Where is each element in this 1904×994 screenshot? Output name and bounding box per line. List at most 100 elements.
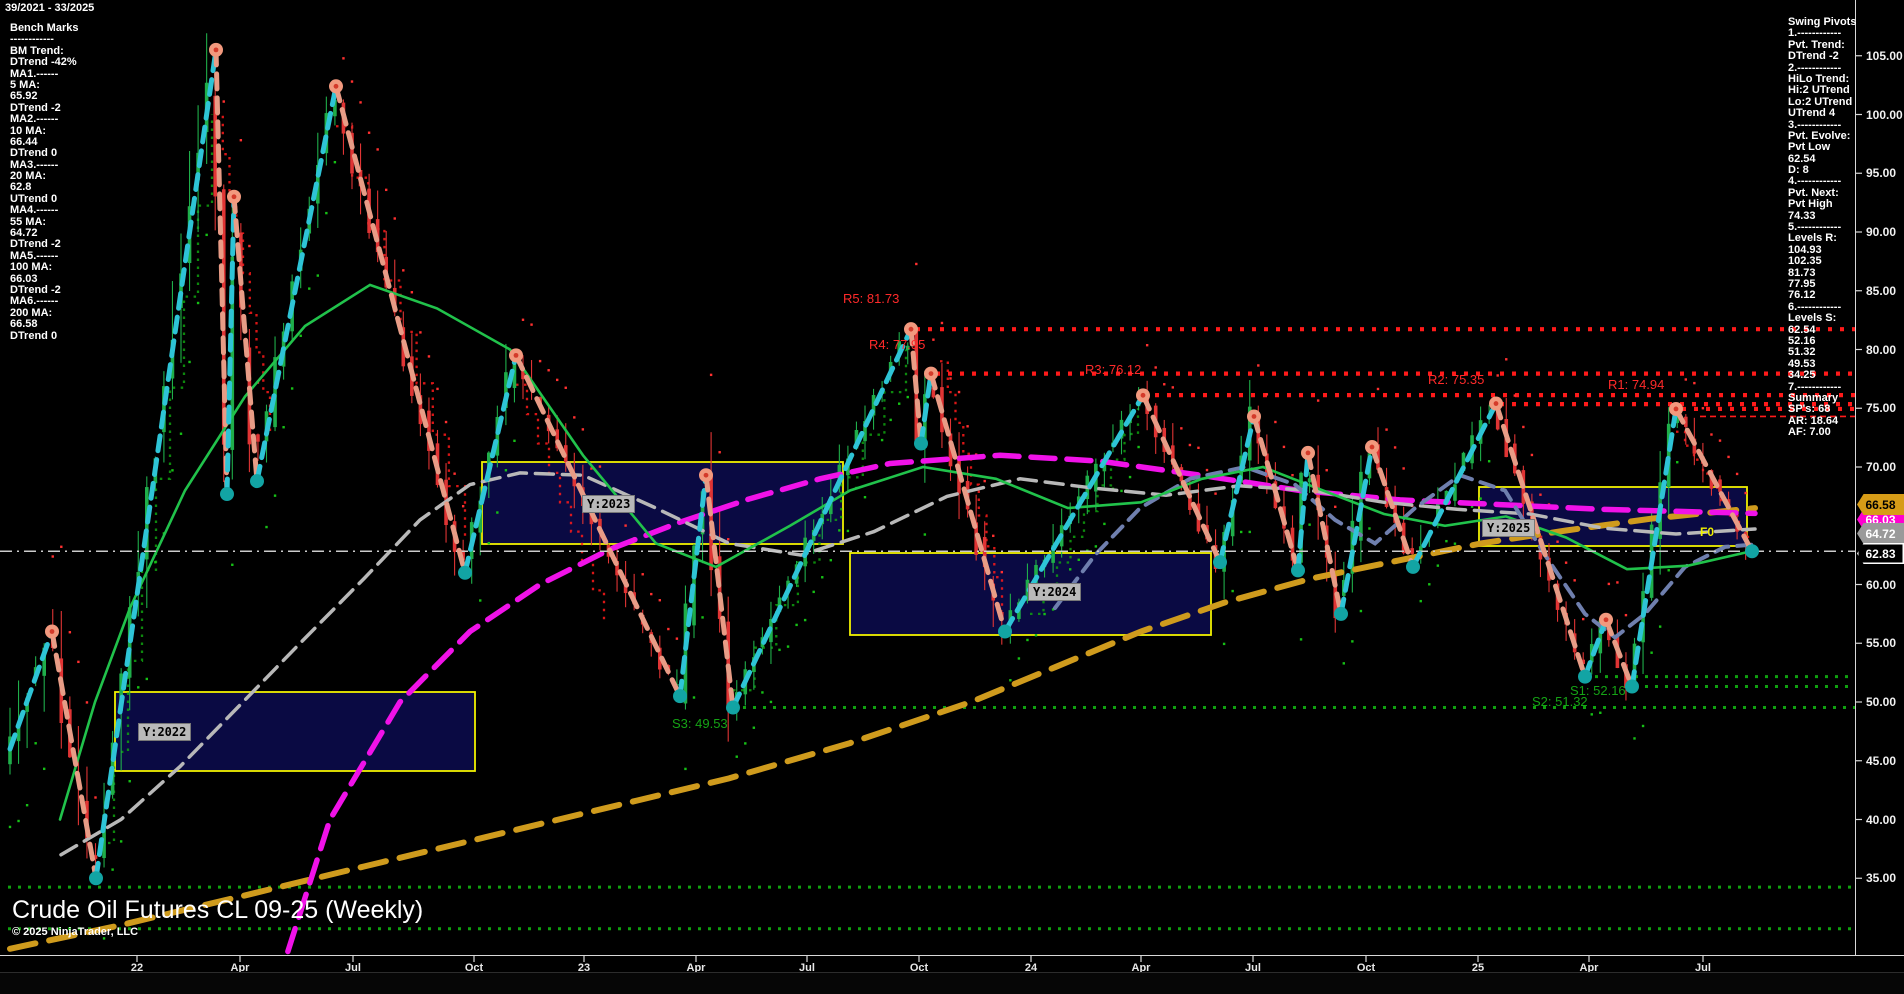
chart-canvas[interactable] [0,0,1904,994]
swing-low-dot [1334,607,1348,621]
sar-dot [94,796,96,798]
sar-dot [1283,446,1285,448]
panel-line: Summary [1788,392,1856,403]
sar-dot [992,535,994,537]
panel-line: 74.33 [1788,210,1856,221]
sar-dot [650,593,652,595]
panel-line: MA1.------ [10,68,78,79]
panel-line: 20 MA: [10,170,78,181]
sar-dot [582,428,584,430]
sar-dot [453,472,455,474]
price-axis-label: 40.00 [1866,813,1896,827]
sar-dot [402,269,404,271]
panel-line: 81.73 [1788,267,1856,278]
sar-dot [513,440,515,442]
sar-dot [1368,527,1370,529]
panel-line: DTrend -2 [10,284,78,295]
ninjatrader-chart-window: 39/2021 - 33/2025 Bench Marks-----------… [0,0,1904,994]
sar-dot [787,645,789,647]
swing-leg [234,197,257,481]
bench-marks-panel: Bench Marks------------BM Trend:DTrend -… [10,22,78,341]
panel-line: Lo:2 UTrend [1788,96,1856,107]
sar-dot [958,391,960,393]
price-tag: 62.83 [1857,543,1904,564]
panel-line: 62.54 [1788,153,1856,164]
panel-line: MA6.------ [10,295,78,306]
sar-dot [1454,542,1456,544]
sar-dot [342,57,344,59]
sar-dot [1137,446,1139,448]
sar-dot [864,496,866,498]
sar-dot [26,804,28,806]
sar-dot [419,331,421,333]
level-label: S3: 49.53 [672,716,728,731]
sar-dot [565,387,567,389]
sar-dot [599,465,601,467]
sar-dot [1573,579,1575,581]
sar-dot [291,387,293,389]
sar-dot [1565,561,1567,563]
sar-dot [1189,444,1191,446]
sar-dot [830,559,832,561]
swing-leg [10,632,52,750]
sar-dot [479,599,481,601]
sar-dot [915,263,917,265]
sar-dot [1009,679,1011,681]
panel-line: 66.58 [10,318,78,329]
sar-dot [1360,610,1362,612]
sar-dot [368,132,370,134]
panel-line: 5 MA: [10,79,78,90]
panel-line: 6.------------ [1788,301,1856,312]
sar-dot [394,217,396,219]
sar-dot [1291,474,1293,476]
sar-dot [1026,639,1028,641]
sar-dot [949,377,951,379]
sar-dot [1497,374,1499,376]
sar-dot [385,189,387,191]
price-axis-label: 95.00 [1866,166,1896,180]
level-label: R2: 75.35 [1428,372,1484,387]
sar-dot [17,820,19,822]
sar-dot [308,287,310,289]
sar-dot [1018,657,1020,659]
swing-leg [52,632,96,879]
swing-leg [1632,409,1676,687]
sar-dot [1146,344,1148,346]
price-axis-label: 100.00 [1866,108,1903,122]
sar-dot [1266,393,1268,395]
sar-dot [1445,540,1447,542]
sar-dot [52,555,54,557]
sar-dot [1326,469,1328,471]
swing-low-dot [1578,670,1592,684]
swing-low-dot [1625,679,1639,693]
panel-line: ------------ [10,33,78,44]
sar-dot [1240,531,1242,533]
sar-dot [941,322,943,324]
sar-dot [684,768,686,770]
sar-dot [1625,614,1627,616]
panel-line: 62.8 [10,181,78,192]
sar-dot [573,416,575,418]
sar-dot [180,433,182,435]
swing-leg [1606,620,1632,687]
price-axis-label: 85.00 [1866,284,1896,298]
candle-body [256,434,260,441]
sar-dot [1197,447,1199,449]
level-label: R4: 77.95 [869,337,925,352]
panel-line: 66.44 [10,136,78,147]
sar-dot [898,402,900,404]
panel-line: 65.92 [10,90,78,101]
sar-dot [1343,662,1345,664]
panel-line: UTrend 0 [10,193,78,204]
sar-dot [1274,421,1276,423]
sar-dot [1129,476,1131,478]
level-label: R5: 81.73 [843,291,899,306]
panel-line: 55 MA: [10,216,78,227]
sar-dot [1650,651,1652,653]
sar-dot [1522,426,1524,428]
sar-dot [924,533,926,535]
panel-line: 77.95 [1788,278,1856,289]
sar-dot [1180,427,1182,429]
sar-dot [197,302,199,304]
panel-line: 102.35 [1788,255,1856,266]
